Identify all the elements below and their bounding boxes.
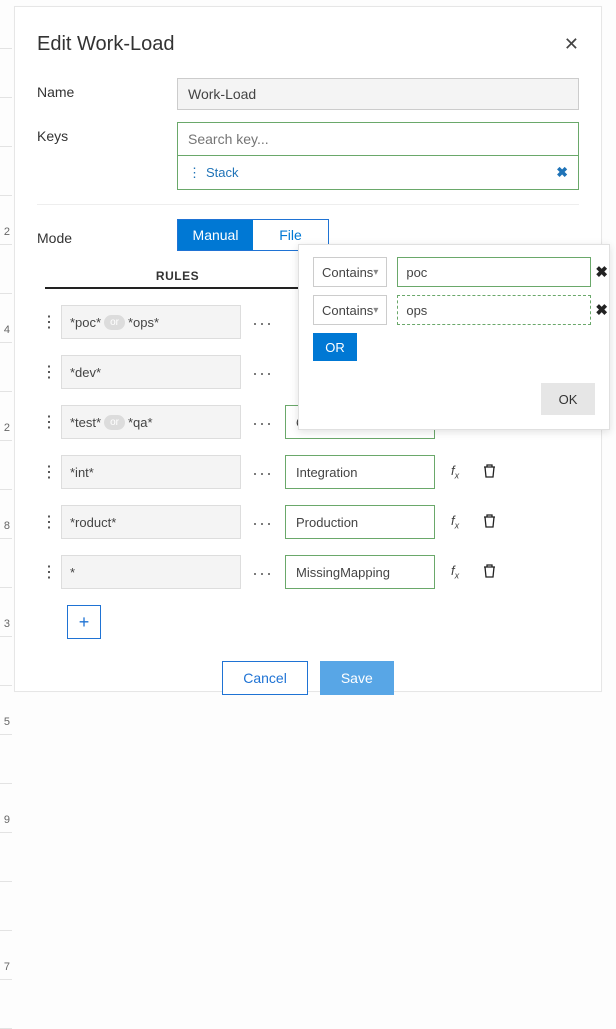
- pattern-box[interactable]: *roduct*: [61, 505, 241, 539]
- pattern-box[interactable]: *dev*: [61, 355, 241, 389]
- drag-handle-icon[interactable]: ⋮: [37, 412, 61, 432]
- rule-row: ⋮ *roduct*...Productionfx: [37, 505, 579, 539]
- chevron-down-icon: ▾: [373, 267, 378, 278]
- pattern-box[interactable]: *poc*or*ops*: [61, 305, 241, 339]
- name-row: Name: [37, 78, 579, 110]
- cancel-button[interactable]: Cancel: [222, 661, 308, 695]
- mapping-input[interactable]: MissingMapping: [285, 555, 435, 589]
- operator-select-1-value: Contains: [322, 265, 373, 280]
- key-chip-row: ⋮ Stack ✖: [177, 156, 579, 190]
- keys-search-input[interactable]: [177, 122, 579, 156]
- more-icon[interactable]: ...: [241, 559, 285, 586]
- bg-gutter: 24283597: [0, 0, 12, 698]
- name-input[interactable]: [177, 78, 579, 110]
- keys-label: Keys: [37, 122, 177, 144]
- separator: [37, 204, 579, 205]
- pattern-input-2[interactable]: [397, 295, 591, 325]
- mapping-input[interactable]: Integration: [285, 455, 435, 489]
- drag-vertical-icon[interactable]: ⋮: [188, 165, 200, 181]
- remove-row-2-icon[interactable]: ✖: [595, 301, 608, 319]
- mode-manual-tab[interactable]: Manual: [178, 220, 253, 250]
- remove-key-icon[interactable]: ✖: [556, 164, 568, 181]
- fx-button[interactable]: fx: [435, 513, 475, 531]
- more-icon[interactable]: ...: [241, 359, 285, 386]
- pattern-box[interactable]: *: [61, 555, 241, 589]
- add-rule-button[interactable]: +: [67, 605, 101, 639]
- pattern-text: *ops*: [128, 315, 159, 330]
- more-icon[interactable]: ...: [241, 459, 285, 486]
- fx-button[interactable]: fx: [435, 463, 475, 481]
- pattern-text: *test*: [70, 415, 101, 430]
- rule-row: ⋮ *int*...Integrationfx: [37, 455, 579, 489]
- drag-handle-icon[interactable]: ⋮: [37, 462, 61, 482]
- keys-row: Keys ⋮ Stack ✖: [37, 122, 579, 190]
- dialog-title: Edit Work-Load: [37, 33, 174, 56]
- operator-select-2[interactable]: Contains ▾: [313, 295, 387, 325]
- save-button[interactable]: Save: [320, 661, 394, 695]
- chevron-down-icon: ▾: [373, 305, 378, 316]
- drag-handle-icon[interactable]: ⋮: [37, 312, 61, 332]
- dialog-footer: Cancel Save: [37, 661, 579, 695]
- rule-editor-popover: Contains ▾ ✖ Contains ▾ ✖ OR OK: [298, 244, 610, 430]
- rule-row: ⋮ *...MissingMappingfx: [37, 555, 579, 589]
- name-label: Name: [37, 78, 177, 100]
- remove-row-1-icon[interactable]: ✖: [595, 263, 608, 281]
- more-icon[interactable]: ...: [241, 409, 285, 436]
- mapping-input[interactable]: Production: [285, 505, 435, 539]
- trash-icon[interactable]: [475, 564, 503, 581]
- pattern-text: *int*: [70, 465, 94, 480]
- pattern-text: *roduct*: [70, 515, 116, 530]
- pattern-text: *: [70, 565, 75, 580]
- pop-row-2: Contains ▾ ✖: [313, 295, 595, 325]
- trash-icon[interactable]: [475, 514, 503, 531]
- pattern-box[interactable]: *int*: [61, 455, 241, 489]
- rules-header: RULES: [45, 269, 310, 289]
- operator-select-2-value: Contains: [322, 303, 373, 318]
- key-chip-text: Stack: [206, 165, 239, 180]
- pattern-text: *qa*: [128, 415, 153, 430]
- more-icon[interactable]: ...: [241, 309, 285, 336]
- pattern-text: *poc*: [70, 315, 101, 330]
- or-button[interactable]: OR: [313, 333, 357, 361]
- trash-icon[interactable]: [475, 464, 503, 481]
- drag-handle-icon[interactable]: ⋮: [37, 512, 61, 532]
- mode-label: Mode: [37, 224, 177, 246]
- drag-handle-icon[interactable]: ⋮: [37, 362, 61, 382]
- pattern-text: *dev*: [70, 365, 101, 380]
- drag-handle-icon[interactable]: ⋮: [37, 562, 61, 582]
- more-icon[interactable]: ...: [241, 509, 285, 536]
- pattern-input-1[interactable]: [397, 257, 591, 287]
- or-pill: or: [104, 315, 125, 330]
- close-icon[interactable]: ✕: [564, 34, 579, 55]
- dialog-titlebar: Edit Work-Load ✕: [37, 19, 579, 78]
- pop-row-1: Contains ▾ ✖: [313, 257, 595, 287]
- pattern-box[interactable]: *test*or*qa*: [61, 405, 241, 439]
- ok-button[interactable]: OK: [541, 383, 595, 415]
- operator-select-1[interactable]: Contains ▾: [313, 257, 387, 287]
- or-pill: or: [104, 415, 125, 430]
- fx-button[interactable]: fx: [435, 563, 475, 581]
